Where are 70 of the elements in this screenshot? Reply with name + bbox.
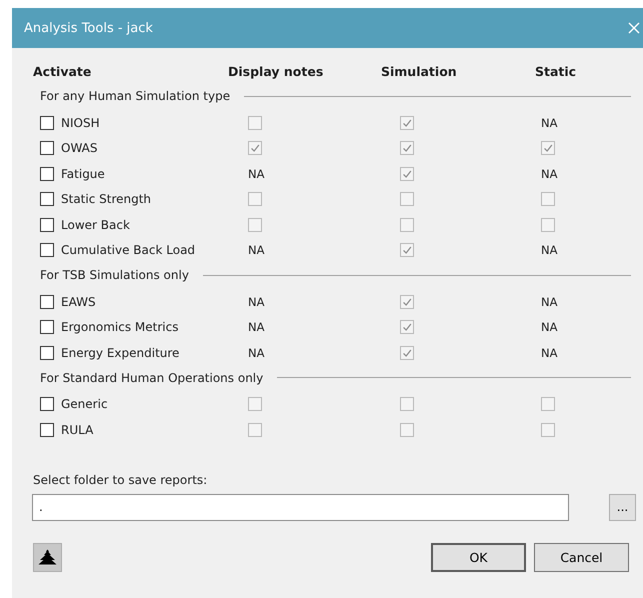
option-checkbox[interactable] (248, 141, 262, 156)
column-header: Activate (33, 64, 92, 78)
section-title: For Standard Human Operations only (40, 370, 264, 384)
na-text: NA (541, 294, 558, 309)
na-text: NA (248, 320, 264, 334)
na-text: NA (541, 320, 558, 334)
activate-checkbox[interactable] (40, 116, 54, 130)
na-text: NA (541, 243, 558, 258)
activate-checkbox[interactable] (40, 397, 54, 412)
activate-checkbox[interactable] (40, 346, 54, 360)
activate-checkbox[interactable] (40, 141, 54, 156)
option-checkbox[interactable] (400, 422, 414, 437)
tool-label: Fatigue (61, 166, 105, 181)
section-title: For TSB Simulations only (40, 268, 189, 282)
option-checkbox[interactable] (400, 397, 414, 412)
option-checkbox[interactable] (541, 192, 555, 206)
folder-label: Select folder to save reports: (33, 472, 208, 486)
ok-button[interactable]: OK (431, 542, 526, 572)
option-checkbox[interactable] (248, 422, 262, 437)
activate-checkbox[interactable] (40, 320, 54, 334)
activate-checkbox[interactable] (40, 294, 54, 309)
option-checkbox[interactable] (400, 320, 414, 334)
na-text: NA (248, 243, 264, 258)
option-checkbox[interactable] (541, 141, 555, 156)
option-checkbox[interactable] (400, 294, 414, 309)
folder-input[interactable]: . (32, 494, 569, 520)
option-checkbox[interactable] (541, 397, 555, 412)
option-checkbox[interactable] (400, 116, 414, 130)
tool-label: Ergonomics Metrics (61, 320, 178, 334)
activate-checkbox[interactable] (40, 422, 54, 437)
na-text: NA (248, 346, 264, 360)
activate-checkbox[interactable] (40, 243, 54, 258)
section-title: For any Human Simulation type (40, 89, 230, 103)
column-header: Simulation (381, 64, 457, 78)
activate-checkbox[interactable] (40, 166, 54, 181)
activate-checkbox[interactable] (40, 218, 54, 232)
tool-label: Generic (61, 397, 108, 412)
column-header: Display notes (228, 64, 324, 78)
tool-label: NIOSH (61, 116, 100, 130)
tool-label: RULA (61, 422, 94, 437)
option-checkbox[interactable] (400, 243, 414, 258)
cancel-button[interactable]: Cancel (534, 542, 629, 572)
option-checkbox[interactable] (400, 141, 414, 156)
option-checkbox[interactable] (248, 397, 262, 412)
browse-button[interactable]: ... (609, 494, 636, 520)
collapse-button[interactable] (33, 542, 62, 572)
option-checkbox[interactable] (400, 218, 414, 232)
tool-label: OWAS (61, 141, 98, 156)
na-text: NA (541, 116, 558, 130)
close-icon[interactable] (628, 22, 640, 34)
option-checkbox[interactable] (248, 116, 262, 130)
na-text: NA (248, 294, 264, 309)
option-checkbox[interactable] (541, 218, 555, 232)
option-checkbox[interactable] (541, 422, 555, 437)
window-title: Analysis Tools - jack (24, 20, 153, 36)
tool-label: Static Strength (61, 192, 152, 206)
tool-label: Energy Expenditure (61, 346, 180, 360)
na-text: NA (248, 166, 264, 181)
option-checkbox[interactable] (248, 192, 262, 206)
column-header: Static (535, 64, 576, 78)
option-checkbox[interactable] (248, 218, 262, 232)
na-text: NA (541, 346, 558, 360)
tool-label: EAWS (61, 294, 96, 309)
tool-label: Lower Back (61, 218, 130, 232)
activate-checkbox[interactable] (40, 192, 54, 206)
option-checkbox[interactable] (400, 192, 414, 206)
na-text: NA (541, 166, 558, 181)
option-checkbox[interactable] (400, 346, 414, 360)
option-checkbox[interactable] (400, 166, 414, 181)
tool-label: Cumulative Back Load (61, 243, 196, 258)
